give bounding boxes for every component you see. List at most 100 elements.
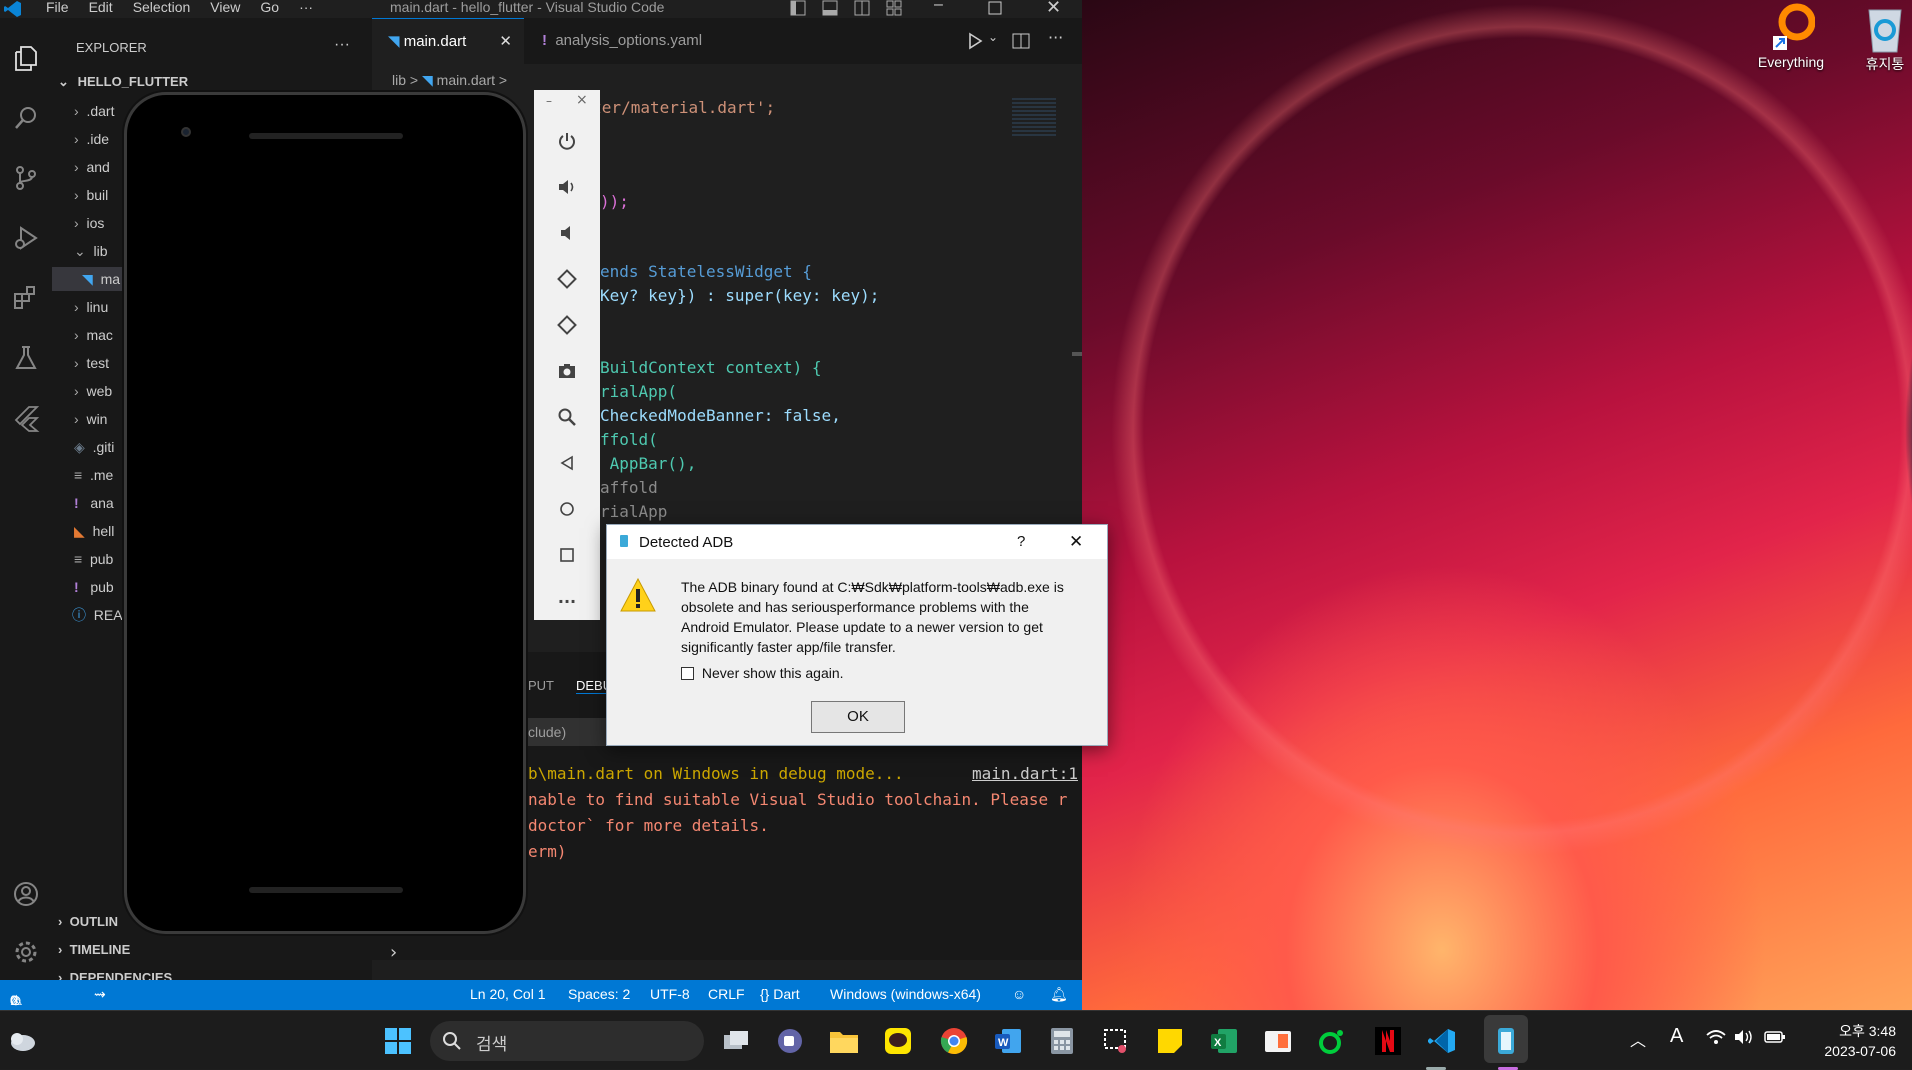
customize-layout-icon[interactable] (886, 0, 902, 16)
toggle-panel-icon[interactable] (822, 0, 838, 16)
debug-status-icon[interactable]: ⇝ (94, 986, 106, 1003)
status-device[interactable]: Windows (windows-x64) (830, 986, 981, 1002)
chevron-right-icon[interactable]: › (388, 942, 399, 963)
excel-icon[interactable]: X (1206, 1023, 1242, 1059)
power-icon[interactable] (552, 126, 582, 156)
tree-item[interactable]: ≡ pub (74, 547, 113, 571)
zoom-icon[interactable] (552, 402, 582, 432)
tree-item[interactable]: › web (74, 379, 112, 403)
explorer-icon[interactable] (6, 38, 46, 78)
rotate-right-icon[interactable] (552, 310, 582, 340)
photo-app-icon[interactable] (1260, 1023, 1296, 1059)
melon-music-icon[interactable] (1314, 1023, 1350, 1059)
status-encoding[interactable]: UTF-8 (650, 986, 690, 1002)
status-language[interactable]: {} Dart (760, 986, 800, 1002)
calculator-icon[interactable] (1044, 1023, 1080, 1059)
source-control-icon[interactable] (6, 158, 46, 198)
tree-item[interactable]: ⓘ REA (72, 603, 123, 627)
snipping-tool-icon[interactable] (1098, 1023, 1134, 1059)
minimize-window-icon[interactable]: – (934, 0, 943, 14)
taskbar-search-box[interactable]: 검색 (430, 1021, 704, 1061)
scrollbar-thumb[interactable] (1072, 352, 1082, 356)
run-debug-icon[interactable] (6, 218, 46, 258)
tree-item[interactable]: › ios (74, 211, 104, 235)
home-icon[interactable] (552, 494, 582, 524)
battery-icon[interactable] (1764, 1029, 1786, 1049)
console-source-link[interactable]: main.dart:1 (972, 764, 1078, 783)
never-show-checkbox[interactable] (681, 667, 694, 680)
project-root-row[interactable]: ⌄ HELLO_FLUTTER (58, 70, 188, 94)
notifications-bell-icon[interactable]: 🔔︎ (1050, 986, 1068, 1003)
menu-file[interactable]: File (46, 0, 69, 15)
task-view-icon[interactable] (718, 1023, 754, 1059)
accounts-icon[interactable] (6, 874, 46, 914)
chrome-icon[interactable] (936, 1023, 972, 1059)
status-eol[interactable]: CRLF (708, 986, 745, 1002)
close-window-icon[interactable]: ✕ (1046, 0, 1061, 18)
overview-icon[interactable] (552, 540, 582, 570)
minimap[interactable] (1012, 98, 1056, 138)
close-tab-icon[interactable]: ✕ (499, 19, 512, 65)
breadcrumb-lib[interactable]: lib (392, 72, 406, 88)
editor-more-icon[interactable]: ··· (1048, 28, 1063, 47)
ok-button[interactable]: OK (811, 701, 905, 733)
outline-section[interactable]: › OUTLIN (58, 910, 118, 934)
extensions-icon[interactable] (6, 278, 46, 318)
tree-item[interactable]: › win (74, 407, 107, 431)
status-indentation[interactable]: Spaces: 2 (568, 986, 630, 1002)
tree-item[interactable]: ◈ .giti (74, 435, 114, 459)
tree-item[interactable]: › buil (74, 183, 108, 207)
tree-item[interactable]: › .dart (74, 99, 114, 123)
ime-indicator[interactable]: A (1670, 1025, 1683, 1048)
menu-view[interactable]: View (210, 0, 240, 15)
maximize-window-icon[interactable] (988, 1, 1002, 15)
tree-item[interactable]: ! pub (74, 575, 114, 599)
clock[interactable]: 오후 3:48 2023-07-06 (1806, 1021, 1896, 1061)
breadcrumb-file[interactable]: main.dart (437, 72, 495, 88)
menu-selection[interactable]: Selection (133, 0, 191, 15)
rotate-left-icon[interactable] (552, 264, 582, 294)
volume-up-icon[interactable] (552, 172, 582, 202)
file-explorer-icon[interactable] (826, 1023, 862, 1059)
status-cursor-position[interactable]: Ln 20, Col 1 (470, 986, 546, 1002)
emulator-minimize-icon[interactable]: – (546, 94, 552, 108)
settings-gear-icon[interactable] (6, 932, 46, 972)
timeline-section[interactable]: › TIMELINE (58, 938, 130, 962)
vscode-taskbar-icon[interactable] (1424, 1023, 1460, 1059)
toggle-sidebar-icon[interactable] (790, 0, 806, 16)
explorer-more-icon[interactable]: ··· (334, 36, 350, 54)
menu-edit[interactable]: Edit (89, 0, 113, 15)
testing-icon[interactable] (6, 338, 46, 378)
tree-item[interactable]: › linu (74, 295, 108, 319)
run-icon[interactable] (966, 32, 984, 54)
desktop-icon-everything[interactable]: Everything (1746, 2, 1836, 70)
netflix-icon[interactable] (1370, 1023, 1406, 1059)
help-button[interactable]: ? (1017, 533, 1025, 550)
panel-tab-output[interactable]: PUT (528, 678, 554, 693)
show-hidden-icons-chevron-icon[interactable]: ︿ (1630, 1027, 1646, 1051)
split-editor-icon[interactable] (1012, 32, 1030, 54)
android-emulator-taskbar-icon[interactable] (1488, 1023, 1524, 1059)
menu-more[interactable]: ··· (299, 0, 313, 15)
back-icon[interactable] (552, 448, 582, 478)
toggle-secondary-sidebar-icon[interactable] (854, 0, 870, 16)
camera-screenshot-icon[interactable] (552, 356, 582, 386)
sticky-notes-icon[interactable] (1152, 1023, 1188, 1059)
tree-item[interactable]: › and (74, 155, 110, 179)
emulator-more-icon[interactable]: ··· (552, 586, 582, 616)
volume-icon[interactable] (1734, 1029, 1754, 1049)
volume-down-icon[interactable] (552, 218, 582, 248)
emulator-close-icon[interactable]: × (576, 92, 588, 108)
tree-item[interactable]: › test (74, 351, 109, 375)
tree-item[interactable]: ◣ hell (74, 519, 114, 543)
flutter-icon[interactable] (6, 398, 46, 438)
word-icon[interactable]: W (990, 1023, 1026, 1059)
dialog-close-button[interactable]: ✕ (1069, 532, 1083, 552)
tree-item[interactable]: › mac (74, 323, 113, 347)
desktop-icon-recycle-bin[interactable]: 휴지통 (1840, 2, 1912, 74)
windows-start-icon[interactable] (380, 1023, 416, 1059)
tree-item[interactable]: ≡ .me (74, 463, 113, 487)
tab-main-dart[interactable]: ◥ main.dart ✕ (372, 18, 524, 64)
weather-widget-icon[interactable] (4, 1023, 40, 1059)
teams-chat-icon[interactable] (772, 1023, 808, 1059)
